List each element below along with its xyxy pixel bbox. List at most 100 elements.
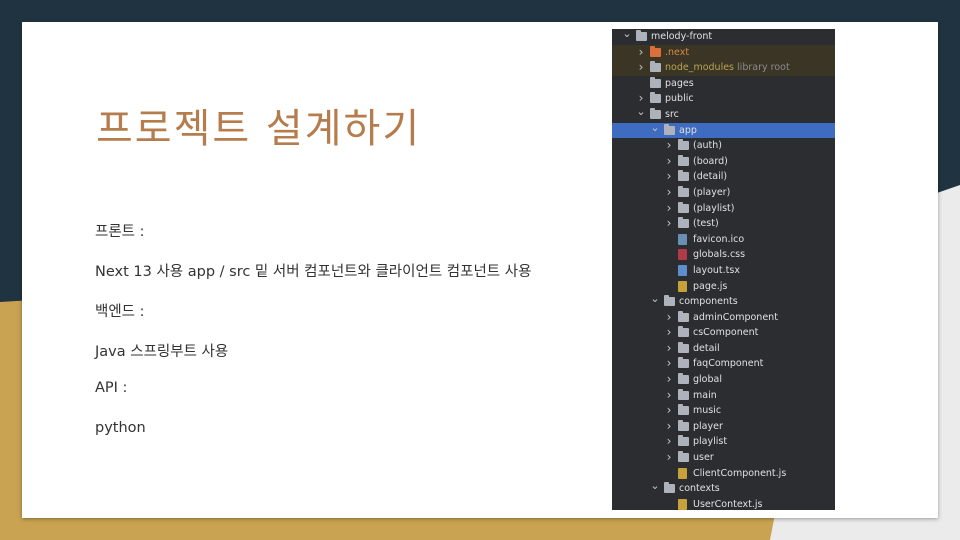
slide: 프로젝트 설계하기 프론트 : Next 13 사용 app / src 밑 서… <box>22 22 938 518</box>
tree-row[interactable]: › (auth) <box>612 138 835 154</box>
tree-row-label: pages <box>665 77 694 89</box>
tree-row[interactable]: › (detail) <box>612 169 835 185</box>
tree-row[interactable]: › detail <box>612 341 835 357</box>
chevron-right-icon[interactable]: › <box>664 419 674 435</box>
folder-icon <box>678 310 689 322</box>
tree-row[interactable]: › player <box>612 419 835 435</box>
chevron-right-icon[interactable]: › <box>664 185 674 201</box>
tree-row[interactable]: › (player) <box>612 185 835 201</box>
tree-row[interactable]: ⌄ components <box>612 291 835 310</box>
folder-icon <box>678 341 689 353</box>
chevron-right-icon[interactable]: › <box>664 325 674 341</box>
file-js-icon <box>678 280 687 292</box>
tree-row-label: user <box>693 452 714 464</box>
tree-row[interactable]: ClientComponent.js <box>612 466 835 482</box>
tree-row-label: (test) <box>693 218 719 230</box>
chevron-right-icon[interactable]: › <box>664 356 674 372</box>
folder-icon <box>678 154 689 166</box>
backend-label: 백엔드 : <box>95 304 145 320</box>
tree-row[interactable]: › csComponent <box>612 325 835 341</box>
tree-row[interactable]: › user <box>612 450 835 466</box>
folder-icon <box>678 201 689 213</box>
tree-row[interactable]: › global <box>612 372 835 388</box>
tree-row-label: (auth) <box>693 140 723 152</box>
folder-icon <box>678 404 689 416</box>
chevron-right-icon[interactable]: › <box>664 201 674 217</box>
chevron-right-icon[interactable]: › <box>664 403 674 419</box>
chevron-right-icon[interactable]: › <box>664 341 674 357</box>
tree-row[interactable]: pages <box>612 76 835 92</box>
chevron-right-icon[interactable]: › <box>664 372 674 388</box>
chevron-down-icon[interactable]: ⌄ <box>650 291 660 307</box>
folder-icon <box>650 76 661 88</box>
tree-row[interactable]: ⌄ src <box>612 104 835 123</box>
tree-row[interactable]: › adminComponent <box>612 310 835 326</box>
folder-icon <box>678 185 689 197</box>
chevron-right-icon[interactable]: › <box>664 154 674 170</box>
tree-row-label: globals.css <box>693 249 746 261</box>
tree-row-label: public <box>665 93 694 105</box>
folder-icon <box>650 107 661 119</box>
chevron-right-icon[interactable]: › <box>636 60 646 76</box>
tree-row[interactable]: ⌄ app <box>612 120 835 139</box>
tree-row-label: csComponent <box>693 327 759 339</box>
chevron-right-icon[interactable]: › <box>664 169 674 185</box>
tree-row[interactable]: layout.tsx <box>612 263 835 279</box>
frontend-label: 프론트 : <box>95 224 145 240</box>
tree-row[interactable]: › main <box>612 388 835 404</box>
tree-row[interactable]: › .next <box>612 44 835 61</box>
tree-row-label: (player) <box>693 186 731 198</box>
library-root-tag: library root <box>734 62 790 74</box>
folder-icon <box>678 217 689 229</box>
folder-icon <box>678 357 689 369</box>
tree-row[interactable]: UserContext.js <box>612 497 835 510</box>
folder-icon <box>678 326 689 338</box>
folder-icon <box>678 170 689 182</box>
tree-row-label: contexts <box>679 483 720 495</box>
chevron-right-icon[interactable]: › <box>664 450 674 466</box>
chevron-right-icon[interactable]: › <box>664 388 674 404</box>
tree-row-label: (detail) <box>693 171 728 183</box>
chevron-right-icon[interactable]: › <box>664 216 674 232</box>
tree-row-label: playlist <box>693 436 728 448</box>
folder-icon <box>664 123 675 135</box>
tree-row-label: (board) <box>693 155 728 167</box>
tree-row-label: components <box>679 296 738 308</box>
tree-row-label: detail <box>693 342 720 354</box>
tree-row-label: player <box>693 420 723 432</box>
chevron-down-icon[interactable]: ⌄ <box>650 120 660 136</box>
tree-row-label: layout.tsx <box>693 264 740 276</box>
api-label: API : <box>95 380 128 396</box>
tree-row[interactable]: › node_modules library root <box>612 60 835 76</box>
chevron-right-icon[interactable]: › <box>664 434 674 450</box>
chevron-right-icon[interactable]: › <box>664 138 674 154</box>
file-js-icon <box>678 498 687 510</box>
tree-row[interactable]: globals.css <box>612 247 835 263</box>
tree-row-label: faqComponent <box>693 358 764 370</box>
folder-icon <box>678 373 689 385</box>
tree-row[interactable]: › music <box>612 403 835 419</box>
file-css-icon <box>678 249 687 261</box>
folder-icon <box>678 419 689 431</box>
chevron-down-icon[interactable]: ⌄ <box>636 104 646 120</box>
chevron-down-icon[interactable]: ⌄ <box>650 478 660 494</box>
tree-row[interactable]: › (playlist) <box>612 201 835 217</box>
tree-row-label: node_modules library root <box>665 62 790 74</box>
chevron-right-icon[interactable]: › <box>636 45 646 61</box>
folder-icon <box>664 482 675 494</box>
tree-row[interactable]: › (test) <box>612 216 835 232</box>
tree-row[interactable]: ⌄ melody-front <box>612 29 835 45</box>
tree-row[interactable]: › faqComponent <box>612 356 835 372</box>
chevron-right-icon[interactable]: › <box>664 310 674 326</box>
folder-icon <box>678 388 689 400</box>
tree-row[interactable]: ⌄ contexts <box>612 478 835 497</box>
folder-icon <box>650 61 661 73</box>
chevron-down-icon[interactable]: ⌄ <box>622 29 632 42</box>
tree-row[interactable]: page.js <box>612 279 835 295</box>
folder-icon <box>650 92 661 104</box>
file-tsx-icon <box>678 264 687 276</box>
tree-row[interactable]: favicon.ico <box>612 232 835 248</box>
tree-row[interactable]: › playlist <box>612 434 835 450</box>
tree-row[interactable]: › (board) <box>612 154 835 170</box>
folder-icon <box>678 451 689 463</box>
